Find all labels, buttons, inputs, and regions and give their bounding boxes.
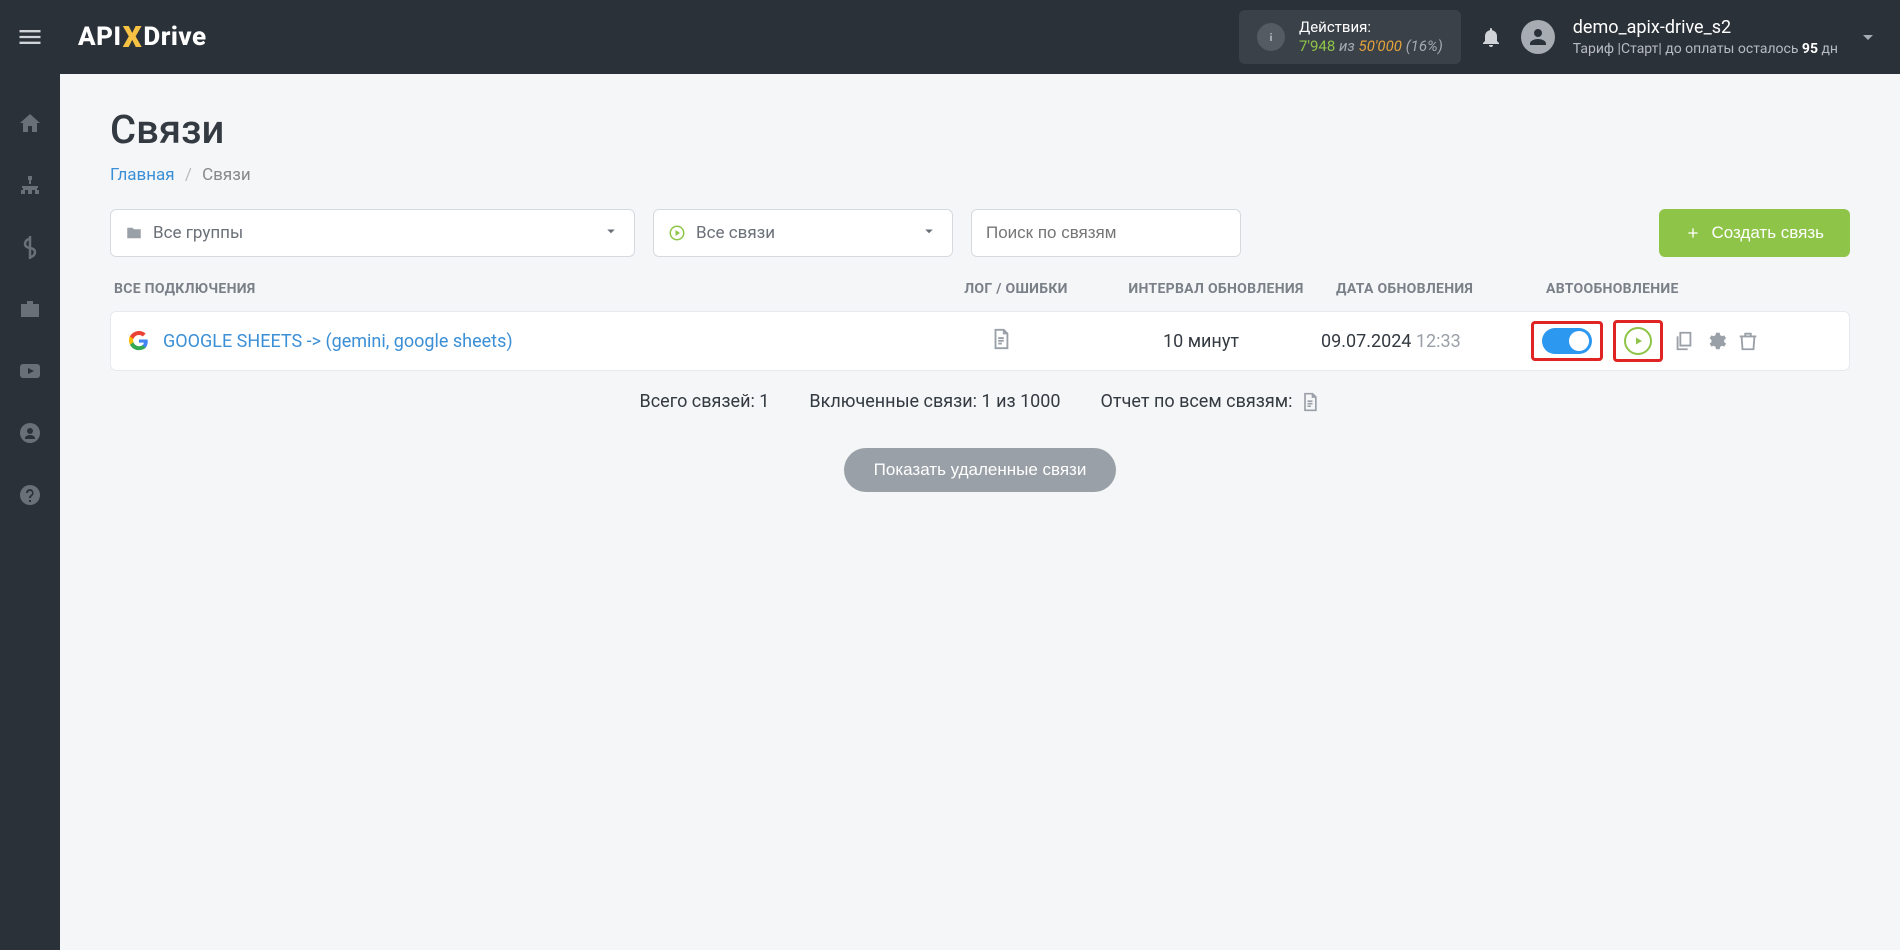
username: demo_apix-drive_s2 [1573,16,1838,39]
summary-enabled: Включенные связи: 1 из 1000 [809,391,1060,412]
sidebar-billing[interactable] [17,234,43,260]
show-deleted-button[interactable]: Показать удаленные связи [844,448,1117,492]
connections-select[interactable]: Все связи [653,209,953,257]
connection-name-text: GOOGLE SHEETS -> (gemini, google sheets) [163,331,513,352]
notifications-button[interactable] [1479,25,1503,49]
page-title: Связи [110,106,1850,153]
breadcrumb-home[interactable]: Главная [110,165,175,185]
info-icon [1257,23,1285,51]
actions-pct: (16%) [1406,37,1443,55]
dollar-icon [18,235,42,259]
create-connection-button[interactable]: Создать связь [1659,209,1850,257]
plus-icon [1685,225,1701,241]
actions-of: из [1339,37,1355,55]
chevron-down-icon [1856,25,1880,49]
breadcrumb-current: Связи [202,165,251,185]
bell-icon [1479,25,1503,49]
sidebar [0,74,60,950]
sidebar-account[interactable] [17,420,43,446]
chevron-down-icon [920,222,938,240]
hamburger-icon [16,23,44,51]
youtube-icon [18,359,42,383]
autoupdate-toggle[interactable] [1542,328,1592,354]
user-block[interactable]: demo_apix-drive_s2 Тариф |Старт| до опла… [1573,16,1838,58]
actions-total: 50'000 [1359,37,1402,55]
actions-usage-box[interactable]: Действия: 7'948 из 50'000 (16%) [1239,10,1461,64]
chevron-down-icon [602,222,620,240]
sidebar-connections[interactable] [17,172,43,198]
sitemap-icon [18,173,42,197]
run-highlight [1613,320,1663,362]
connection-interval: 10 минут [1081,331,1321,352]
briefcase-icon [18,297,42,321]
play-circle-icon [668,224,686,242]
folder-icon [125,224,143,242]
col-header-auto: АВТООБНОВЛЕНИЕ [1546,281,1846,297]
gear-icon [1705,330,1727,352]
sidebar-help[interactable] [17,482,43,508]
help-icon [18,483,42,507]
filter-row: Все группы Все связи Создать связь [110,209,1850,257]
file-icon [1300,392,1320,412]
brand-part2: Drive [143,22,206,52]
user-menu-toggle[interactable] [1856,25,1880,49]
brand-logo[interactable]: APIXDrive [78,20,207,55]
autoupdate-highlight [1531,321,1603,361]
breadcrumb: Главная / Связи [110,165,1850,185]
sidebar-tools[interactable] [17,296,43,322]
run-now-button[interactable] [1624,327,1652,355]
table-row: GOOGLE SHEETS -> (gemini, google sheets)… [110,311,1850,371]
user-circle-icon [18,421,42,445]
brand-part1: API [78,22,122,52]
col-header-log: ЛОГ / ОШИБКИ [936,281,1096,297]
table-header: ВСЕ ПОДКЛЮЧЕНИЯ ЛОГ / ОШИБКИ ИНТЕРВАЛ ОБ… [110,281,1850,311]
summary-row: Всего связей: 1 Включенные связи: 1 из 1… [110,391,1850,412]
main-content: Связи Главная / Связи Все группы Все свя… [60,74,1900,524]
menu-toggle[interactable] [0,0,60,74]
summary-total: Всего связей: 1 [640,391,770,412]
summary-report-link[interactable]: Отчет по всем связям: [1101,391,1321,412]
connection-log-button[interactable] [921,328,1081,354]
file-icon [990,328,1012,350]
groups-select[interactable]: Все группы [110,209,635,257]
search-box[interactable] [971,209,1241,257]
search-input[interactable] [986,223,1226,243]
sidebar-video[interactable] [17,358,43,384]
settings-button[interactable] [1705,330,1727,352]
home-icon [18,111,42,135]
topbar: APIXDrive Действия: 7'948 из 50'000 (16%… [0,0,1900,74]
google-icon [129,331,149,351]
col-header-date: ДАТА ОБНОВЛЕНИЯ [1336,281,1546,297]
col-header-interval: ИНТЕРВАЛ ОБНОВЛЕНИЯ [1096,281,1336,297]
user-plan-info: Тариф |Старт| до оплаты осталось 95 дн [1573,40,1838,58]
connection-name-link[interactable]: GOOGLE SHEETS -> (gemini, google sheets) [129,331,921,352]
avatar-icon [1526,25,1550,49]
play-icon [1632,335,1644,347]
delete-button[interactable] [1737,330,1759,352]
actions-label: Действия: [1299,18,1443,38]
user-avatar[interactable] [1521,20,1555,54]
connection-date: 09.07.2024 12:33 [1321,331,1531,352]
copy-icon [1673,330,1695,352]
brand-x: X [123,20,143,55]
sidebar-home[interactable] [17,110,43,136]
connections-select-label: Все связи [696,223,775,243]
copy-button[interactable] [1673,330,1695,352]
groups-select-label: Все группы [153,223,243,243]
actions-used: 7'948 [1299,37,1335,55]
actions-usage-text: Действия: 7'948 из 50'000 (16%) [1299,18,1443,57]
create-button-label: Создать связь [1711,223,1824,243]
connection-actions [1531,320,1831,362]
col-header-name: ВСЕ ПОДКЛЮЧЕНИЯ [114,281,936,297]
trash-icon [1737,330,1759,352]
breadcrumb-sep: / [185,165,192,185]
